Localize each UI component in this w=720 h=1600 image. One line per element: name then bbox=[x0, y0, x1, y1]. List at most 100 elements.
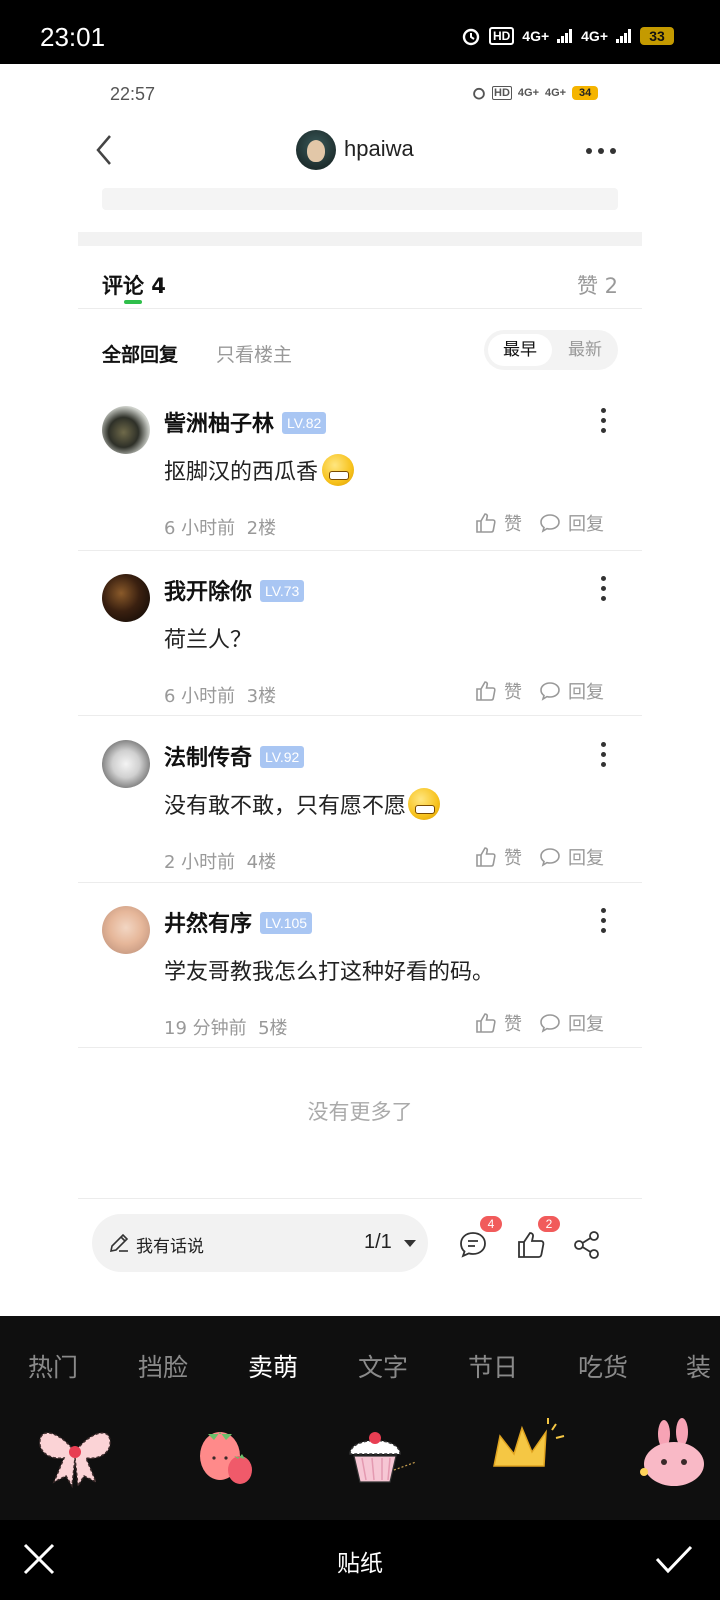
comment-meta: 6 小时前 2楼 bbox=[164, 514, 276, 540]
comment-floor: 3楼 bbox=[246, 686, 277, 707]
commenter-name-text: 井然有序 bbox=[164, 912, 253, 937]
author-name[interactable]: hpaiwa bbox=[344, 136, 414, 162]
comment-text[interactable]: 学友哥教我怎么打这种好看的码。 bbox=[164, 954, 494, 986]
category-tab[interactable]: 热门 bbox=[28, 1348, 78, 1384]
comment-meta: 6 小时前 3楼 bbox=[164, 682, 276, 708]
reply-bubble-icon bbox=[540, 848, 560, 867]
sticker-action-bar: 贴纸 bbox=[0, 1520, 720, 1600]
sort-earliest-button[interactable]: 最早 bbox=[488, 334, 552, 366]
alarm-icon bbox=[473, 87, 485, 100]
filter-host-only[interactable]: 只看楼主 bbox=[216, 340, 292, 367]
category-tab-active[interactable]: 卖萌 bbox=[248, 1348, 298, 1384]
like-button[interactable]: 赞 bbox=[474, 510, 522, 536]
filter-all-replies[interactable]: 全部回复 bbox=[102, 340, 178, 367]
like-button[interactable]: 赞 bbox=[474, 1010, 522, 1036]
like-label: 赞 bbox=[504, 682, 522, 703]
likes-tab[interactable]: 赞 2 bbox=[577, 270, 618, 300]
commenter-name[interactable]: 訾洲柚子林 LV.82 bbox=[164, 406, 327, 438]
comment-input[interactable]: 我有话说 1/1 bbox=[92, 1214, 428, 1272]
category-tab[interactable]: 挡脸 bbox=[138, 1348, 188, 1384]
comment-text[interactable]: 没有敢不敢，只有愿不愿 bbox=[164, 788, 441, 820]
like-button[interactable]: 赞 bbox=[474, 678, 522, 704]
comment-more-icon[interactable] bbox=[601, 908, 606, 933]
share-icon[interactable] bbox=[570, 1228, 604, 1262]
divider bbox=[78, 308, 642, 309]
bunny-sticker-icon[interactable] bbox=[636, 1416, 718, 1492]
like-label: 赞 bbox=[504, 1014, 522, 1035]
thumbs-up-icon bbox=[476, 513, 496, 533]
app-screen: 22:57 HD 4G+ 4G+ 34 hpaiwa 评论 4 赞 2 全部回复… bbox=[0, 64, 720, 1316]
comment-more-icon[interactable] bbox=[601, 408, 606, 433]
comment-item: 我开除你 LV.73 荷兰人？ 6 小时前 3楼 赞 回复 bbox=[78, 574, 642, 718]
post-content-edge bbox=[102, 188, 618, 210]
thumbs-up-icon[interactable] bbox=[514, 1228, 548, 1262]
hd-icon: HD bbox=[488, 27, 515, 45]
sticker-panel: 热门 挡脸 卖萌 文字 节日 吃货 装 bbox=[0, 1316, 720, 1520]
comment-more-icon[interactable] bbox=[601, 576, 606, 601]
comment-text-content: 没有敢不敢，只有愿不愿 bbox=[164, 794, 407, 819]
more-options-icon[interactable] bbox=[586, 148, 616, 154]
comment-icon[interactable] bbox=[456, 1228, 490, 1262]
reply-bubble-icon bbox=[540, 1014, 560, 1033]
comment-time: 6 小时前 bbox=[164, 518, 236, 539]
outer-status-icons: HD 4G+ 4G+ 33 bbox=[461, 26, 674, 46]
like-count-badge: 2 bbox=[538, 1216, 560, 1232]
sort-latest-button[interactable]: 最新 bbox=[556, 334, 614, 366]
sort-toggle: 最早 最新 bbox=[484, 330, 618, 370]
commenter-avatar[interactable] bbox=[102, 740, 150, 788]
reply-button[interactable]: 回复 bbox=[538, 678, 604, 704]
signal-bars-icon bbox=[616, 29, 631, 43]
strawberry-sticker-icon[interactable] bbox=[184, 1416, 266, 1492]
reply-bubble-icon bbox=[540, 682, 560, 701]
comment-text[interactable]: 荷兰人？ bbox=[164, 622, 252, 654]
like-button[interactable]: 赞 bbox=[474, 844, 522, 870]
commenter-name[interactable]: 井然有序 LV.105 bbox=[164, 906, 313, 938]
cupcake-sticker-icon[interactable] bbox=[336, 1416, 418, 1492]
inner-status-icons: HD 4G+ 4G+ 34 bbox=[472, 86, 599, 100]
comment-text[interactable]: 抠脚汉的西瓜香 bbox=[164, 454, 355, 486]
page-indicator[interactable]: 1/1 bbox=[364, 1231, 392, 1254]
commenter-name-text: 法制传奇 bbox=[164, 746, 253, 771]
chevron-down-icon[interactable] bbox=[404, 1240, 416, 1247]
category-tab[interactable]: 文字 bbox=[358, 1348, 408, 1384]
battery-icon: 33 bbox=[640, 27, 674, 45]
comments-title[interactable]: 评论 4 bbox=[102, 270, 166, 300]
crown-sticker-icon[interactable] bbox=[486, 1416, 568, 1492]
commenter-avatar[interactable] bbox=[102, 906, 150, 954]
bow-sticker-icon[interactable] bbox=[34, 1416, 116, 1492]
grin-emoji-icon bbox=[322, 454, 355, 486]
comment-time: 19 分钟前 bbox=[164, 1018, 247, 1039]
comment-time: 2 小时前 bbox=[164, 852, 236, 873]
reply-label: 回复 bbox=[568, 514, 604, 535]
reply-button[interactable]: 回复 bbox=[538, 844, 604, 870]
commenter-avatar[interactable] bbox=[102, 574, 150, 622]
check-icon[interactable] bbox=[654, 1542, 694, 1576]
level-badge: LV.73 bbox=[260, 580, 305, 602]
commenter-name[interactable]: 我开除你 LV.73 bbox=[164, 574, 305, 606]
category-tab[interactable]: 节日 bbox=[468, 1348, 518, 1384]
pencil-icon bbox=[109, 1233, 129, 1253]
level-badge: LV.105 bbox=[260, 912, 313, 934]
reply-button[interactable]: 回复 bbox=[538, 1010, 604, 1036]
commenter-name[interactable]: 法制传奇 LV.92 bbox=[164, 740, 305, 772]
commenter-avatar[interactable] bbox=[102, 406, 150, 454]
comment-more-icon[interactable] bbox=[601, 742, 606, 767]
category-tab[interactable]: 装 bbox=[686, 1348, 711, 1384]
commenter-name-text: 我开除你 bbox=[164, 580, 253, 605]
active-tab-indicator bbox=[124, 300, 142, 304]
comment-time: 6 小时前 bbox=[164, 686, 236, 707]
outer-clock: 23:01 bbox=[40, 22, 106, 52]
author-avatar[interactable] bbox=[296, 130, 336, 170]
comment-item: 訾洲柚子林 LV.82 抠脚汉的西瓜香 6 小时前 2楼 赞 回复 bbox=[78, 406, 642, 550]
category-tab[interactable]: 吃货 bbox=[578, 1348, 628, 1384]
comment-input-placeholder: 我有话说 bbox=[136, 1237, 204, 1257]
comment-item: 法制传奇 LV.92 没有敢不敢，只有愿不愿 2 小时前 4楼 赞 回复 bbox=[78, 740, 642, 884]
comment-meta: 2 小时前 4楼 bbox=[164, 848, 276, 874]
signal-2-label: 4G+ bbox=[545, 87, 567, 99]
back-arrow-icon[interactable] bbox=[90, 132, 120, 168]
comment-item: 井然有序 LV.105 学友哥教我怎么打这种好看的码。 19 分钟前 5楼 赞 回… bbox=[78, 906, 642, 1050]
signal-1-label: 4G+ bbox=[517, 87, 539, 99]
reply-label: 回复 bbox=[568, 1014, 604, 1035]
divider bbox=[78, 1198, 642, 1199]
reply-button[interactable]: 回复 bbox=[538, 510, 604, 536]
